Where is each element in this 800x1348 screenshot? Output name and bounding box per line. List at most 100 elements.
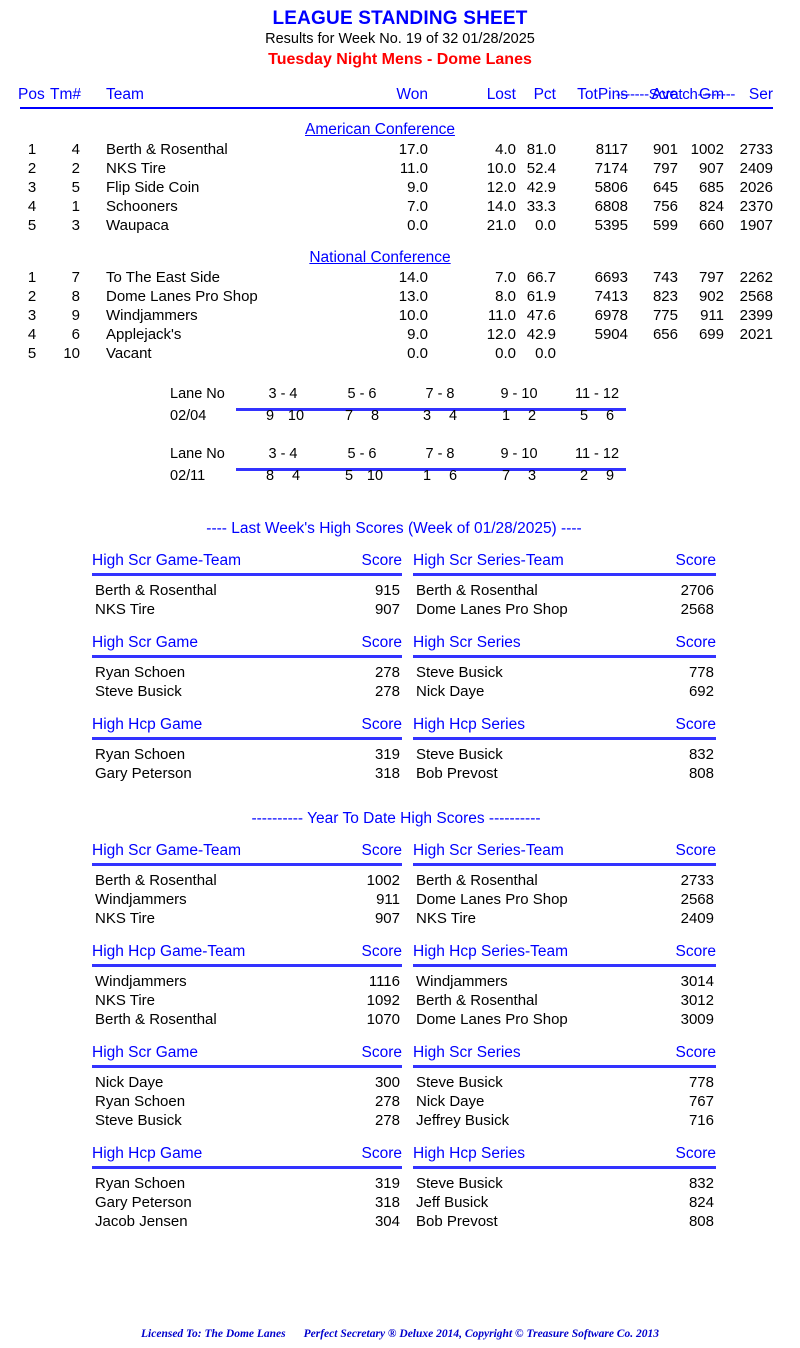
score-name: NKS Tire — [416, 910, 477, 927]
table-row: 4 1 Schooners 7.0 14.0 33.3 6808 756 824… — [0, 198, 800, 217]
score-name: Dome Lanes Pro Shop — [416, 601, 568, 618]
score-title: High Hcp Series — [413, 716, 525, 733]
table-row: 3 9 Windjammers 10.0 11.0 47.6 6978 775 … — [0, 307, 800, 326]
lane-schedule-week-2: Lane No 3 - 4 5 - 6 7 - 8 9 - 10 11 - 12… — [0, 446, 800, 494]
score-name: Jeff Busick — [416, 1194, 489, 1211]
cell-ser: 2409 — [739, 160, 773, 177]
cell-won: 10.0 — [398, 307, 428, 324]
score-value: 778 — [688, 1074, 714, 1091]
cell-tm: 9 — [71, 307, 80, 324]
lane-no-label: Lane No — [170, 446, 225, 462]
score-header-rule — [413, 1065, 716, 1068]
cell-tm: 5 — [71, 179, 80, 196]
cell-tm: 8 — [71, 288, 80, 305]
list-item: NKS Tire 907 Dome Lanes Pro Shop 2568 — [0, 601, 800, 620]
score-value: 300 — [374, 1074, 400, 1091]
score-table-ytd-hcp: High Hcp Game Score High Hcp Series Scor… — [0, 1145, 800, 1171]
score-name: NKS Tire — [95, 992, 156, 1009]
score-table-ytd-scr: High Scr Game Score High Scr Series Scor… — [0, 1044, 800, 1070]
column-header-team: Team — [106, 86, 144, 103]
score-body-ytd-scr-team: Berth & Rosenthal 1002 Berth & Rosenthal… — [0, 872, 800, 929]
list-item: Windjammers 1116 Windjammers 3014 — [0, 973, 800, 992]
score-value: 832 — [688, 1175, 714, 1192]
cell-won: 9.0 — [407, 179, 428, 196]
page-title: LEAGUE STANDING SHEET — [272, 8, 528, 29]
score-name: Berth & Rosenthal — [416, 992, 538, 1009]
lane-team: 9 — [605, 468, 615, 484]
score-column-label: Score — [361, 552, 403, 569]
score-value: 319 — [374, 1175, 400, 1192]
score-header-rule — [92, 573, 402, 576]
score-value: 318 — [374, 1194, 400, 1211]
table-row: 2 2 NKS Tire 11.0 10.0 52.4 7174 797 907… — [0, 160, 800, 179]
conference-title-american: American Conference — [305, 121, 455, 138]
lane-team: 4 — [291, 468, 301, 484]
cell-pos: 3 — [27, 307, 37, 324]
column-header-gm: Gm — [699, 86, 724, 103]
lane-pair: 5 - 6 — [347, 386, 377, 402]
score-body-ytd-hcp: Ryan Schoen 319 Steve Busick 832 Gary Pe… — [0, 1175, 800, 1232]
list-item: Berth & Rosenthal 915 Berth & Rosenthal … — [0, 582, 800, 601]
lane-team: 1 — [501, 408, 511, 424]
score-header-rule — [92, 1166, 402, 1169]
cell-pct: 81.0 — [526, 141, 556, 158]
score-value: 767 — [688, 1093, 714, 1110]
score-body-ytd-scr: Nick Daye 300 Steve Busick 778 Ryan Scho… — [0, 1074, 800, 1131]
cell-won: 11.0 — [399, 160, 428, 177]
cell-ser: 2026 — [739, 179, 773, 196]
score-name: Berth & Rosenthal — [416, 872, 538, 889]
score-name: Berth & Rosenthal — [95, 1011, 217, 1028]
cell-ser: 2021 — [739, 326, 773, 343]
cell-tm: 10 — [63, 345, 80, 362]
score-column-label: Score — [675, 1145, 717, 1162]
score-name: Windjammers — [95, 973, 187, 990]
score-column-label: Score — [361, 1044, 403, 1061]
cell-pos: 1 — [27, 269, 37, 286]
league-standing-sheet: LEAGUE STANDING SHEET Results for Week N… — [0, 0, 800, 1348]
cell-pct: 0.0 — [535, 345, 556, 362]
score-body-lw-scr: Ryan Schoen 278 Steve Busick 778 Steve B… — [0, 664, 800, 702]
lane-team: 10 — [287, 408, 305, 424]
score-name: NKS Tire — [95, 601, 156, 618]
conference-rows-national: 1 7 To The East Side 14.0 7.0 66.7 6693 … — [0, 269, 800, 364]
score-value: 278 — [374, 1093, 400, 1110]
table-row: 4 6 Applejack's 9.0 12.0 42.9 5904 656 6… — [0, 326, 800, 345]
list-item: Berth & Rosenthal 1002 Berth & Rosenthal… — [0, 872, 800, 891]
lane-team: 7 — [501, 468, 511, 484]
cell-tm: 3 — [71, 217, 80, 234]
league-name: Tuesday Night Mens - Dome Lanes — [268, 51, 532, 68]
cell-ser: 2370 — [739, 198, 773, 215]
cell-totpins: 5395 — [594, 217, 628, 234]
cell-tm: 6 — [71, 326, 80, 343]
score-table-lw-scr-team: High Scr Game-Team Score High Scr Series… — [0, 552, 800, 578]
lane-team: 9 — [265, 408, 275, 424]
score-value: 319 — [374, 746, 400, 763]
cell-team: Waupaca — [106, 217, 169, 234]
score-column-label: Score — [361, 1145, 403, 1162]
cell-pct: 42.9 — [526, 326, 556, 343]
column-header-pct: Pct — [533, 86, 556, 103]
score-header-rule — [92, 1065, 402, 1068]
score-value: 915 — [374, 582, 400, 599]
cell-ser: 1907 — [739, 217, 773, 234]
lane-matchup: 78 — [322, 408, 402, 424]
cell-won: 17.0 — [398, 141, 428, 158]
score-table-header: High Hcp Game Score High Hcp Series Scor… — [0, 1145, 800, 1169]
score-title: High Scr Game-Team — [92, 842, 242, 859]
score-header-rule — [413, 655, 716, 658]
score-column-label: Score — [675, 943, 717, 960]
cell-totpins: 5904 — [594, 326, 628, 343]
cell-team: Applejack's — [106, 326, 182, 343]
column-header-totpins: TotPins — [577, 86, 628, 103]
score-column-label: Score — [361, 634, 403, 651]
lane-pair: 3 - 4 — [268, 446, 298, 462]
score-title: High Hcp Game-Team — [92, 943, 246, 960]
score-column-label: Score — [675, 634, 717, 651]
lane-team: 8 — [265, 468, 275, 484]
lane-team: 2 — [579, 468, 589, 484]
cell-team: Flip Side Coin — [106, 179, 200, 196]
score-name: Steve Busick — [95, 1112, 182, 1129]
lane-team: 6 — [605, 408, 615, 424]
lane-pair: 7 - 8 — [425, 386, 455, 402]
score-table-ytd-scr-team: High Scr Game-Team Score High Scr Series… — [0, 842, 800, 868]
